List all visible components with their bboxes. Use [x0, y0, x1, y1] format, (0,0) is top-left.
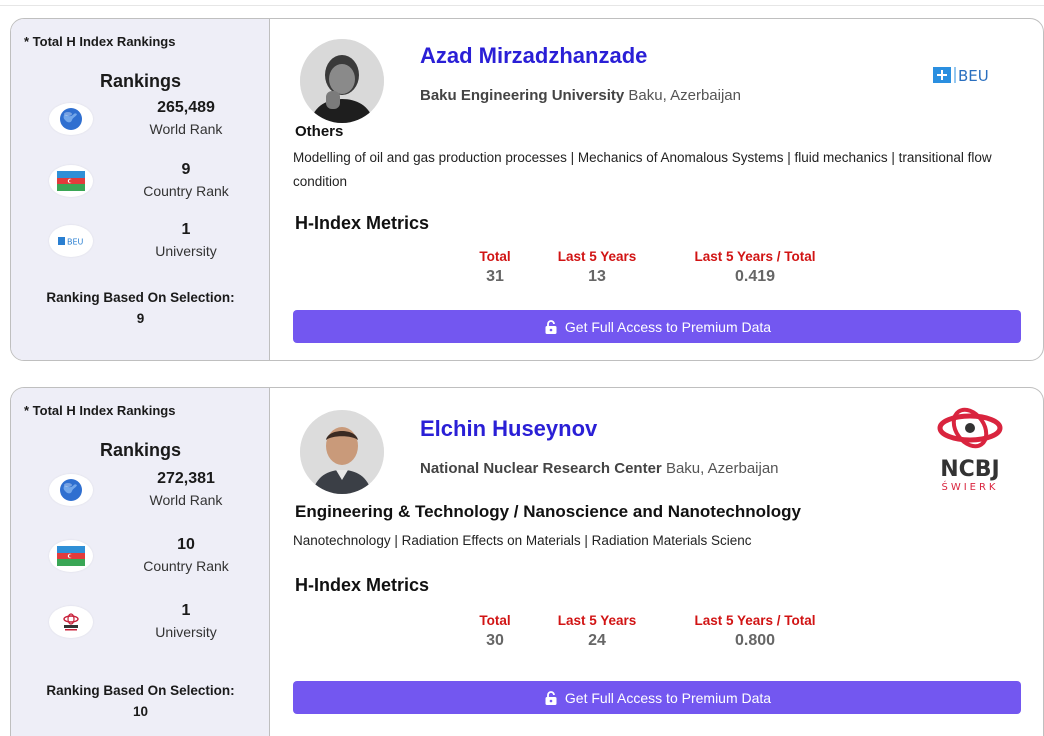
- premium-access-label: Get Full Access to Premium Data: [564, 689, 772, 706]
- metric-total-label: Total: [479, 613, 511, 628]
- research-field: Others: [295, 123, 344, 140]
- rankings-heading: Rankings: [99, 440, 182, 460]
- researcher-name[interactable]: Azad Mirzadzhanzade: [420, 43, 647, 69]
- metric-last5: Last 5 Years 24: [542, 613, 652, 650]
- metric-ratio-value: 0.419: [734, 268, 776, 285]
- metrics-title: H-Index Metrics: [295, 213, 430, 233]
- metric-total-value: 31: [486, 268, 504, 285]
- institution-logo-text: BEU: [958, 67, 989, 85]
- metric-last5: Last 5 Years 13: [542, 249, 652, 286]
- globe-icon: [49, 474, 93, 506]
- country-rank-value: 9: [181, 161, 191, 178]
- university-rank-row: BEU 1 University: [11, 221, 270, 271]
- ranking-basis: Ranking Based On Selection: 9: [11, 287, 270, 329]
- metric-last5-value: 24: [588, 632, 606, 649]
- institution-name[interactable]: Baku Engineering University: [420, 87, 624, 104]
- metrics-title: H-Index Metrics: [295, 575, 430, 595]
- university-rank-value: 1: [181, 221, 191, 238]
- metric-total-value: 30: [486, 632, 504, 649]
- university-rank-row: 1 University: [11, 602, 270, 652]
- metric-ratio: Last 5 Years / Total 0.800: [675, 613, 835, 650]
- institution-location: Baku, Azerbaijan: [628, 87, 741, 104]
- metric-total-label: Total: [479, 249, 511, 264]
- researcher-avatar[interactable]: [300, 39, 384, 123]
- university-logo-icon: BEU: [49, 225, 93, 257]
- world-rank-label: World Rank: [149, 121, 223, 137]
- world-rank-label: World Rank: [149, 492, 223, 508]
- researcher-details: Azad Mirzadzhanzade Baku Engineering Uni…: [270, 19, 1043, 360]
- researcher-affiliation: National Nuclear Research Center Baku, A…: [420, 460, 779, 477]
- country-rank-value: 10: [177, 536, 195, 553]
- world-rank-row: 265,489 World Rank: [11, 99, 270, 149]
- institution-name[interactable]: National Nuclear Research Center: [420, 460, 662, 477]
- country-rank-row: 9 Country Rank: [11, 161, 270, 211]
- ranking-basis-value: 9: [136, 311, 145, 326]
- university-rank-label: University: [155, 243, 217, 259]
- institution-logo: NCBJ ŚWIERK: [915, 406, 1025, 501]
- metric-last5-label: Last 5 Years: [557, 613, 637, 628]
- rankings-sidebar: * Total H Index Rankings Rankings 265,48…: [11, 19, 270, 360]
- rankings-title: * Total H Index Rankings: [24, 34, 176, 49]
- ranking-basis: Ranking Based On Selection: 10: [11, 680, 270, 722]
- country-rank-row: 10 Country Rank: [11, 536, 270, 586]
- institution-logo-subtext: ŚWIERK: [941, 480, 998, 493]
- university-rank-value: 1: [181, 602, 191, 619]
- metric-last5-label: Last 5 Years: [557, 249, 637, 264]
- globe-icon: [49, 103, 93, 135]
- university-rank-label: University: [155, 624, 217, 640]
- rankings-title: * Total H Index Rankings: [24, 403, 176, 418]
- premium-access-button[interactable]: Get Full Access to Premium Data: [293, 310, 1021, 343]
- university-logo-icon: [49, 606, 93, 638]
- researcher-avatar[interactable]: [300, 410, 384, 494]
- azerbaijan-flag-icon: [49, 540, 93, 572]
- institution-logo-text: NCBJ: [940, 457, 1000, 482]
- researcher-affiliation: Baku Engineering University Baku, Azerba…: [420, 87, 741, 104]
- svg-text:BEU: BEU: [67, 238, 84, 247]
- metric-ratio: Last 5 Years / Total 0.419: [675, 249, 835, 286]
- ranking-basis-label: Ranking Based On Selection:: [46, 290, 235, 305]
- institution-location: Baku, Azerbaijan: [665, 460, 779, 477]
- researcher-card: * Total H Index Rankings Rankings 265,48…: [10, 18, 1044, 361]
- research-topics: Modelling of oil and gas production proc…: [293, 150, 992, 189]
- unlock-icon: [545, 319, 557, 334]
- metric-ratio-label: Last 5 Years / Total: [694, 613, 816, 628]
- rankings-sidebar: * Total H Index Rankings Rankings 272,38…: [11, 388, 270, 736]
- country-rank-label: Country Rank: [143, 558, 229, 574]
- researcher-card: * Total H Index Rankings Rankings 272,38…: [10, 387, 1044, 736]
- ranking-basis-label: Ranking Based On Selection:: [46, 683, 235, 698]
- institution-logo: BEU: [933, 65, 1013, 90]
- researcher-details: Elchin Huseynov National Nuclear Researc…: [270, 388, 1043, 736]
- ranking-basis-value: 10: [132, 704, 149, 719]
- world-rank-value: 272,381: [157, 470, 215, 487]
- metric-total: Total 30: [465, 613, 525, 650]
- world-rank-row: 272,381 World Rank: [11, 470, 270, 520]
- rankings-heading: Rankings: [99, 71, 182, 91]
- unlock-icon: [545, 690, 557, 705]
- research-field: Engineering & Technology / Nanoscience a…: [295, 502, 801, 521]
- metric-ratio-value: 0.800: [734, 632, 776, 649]
- top-divider: [0, 0, 1044, 6]
- premium-access-label: Get Full Access to Premium Data: [564, 318, 772, 335]
- premium-access-button[interactable]: Get Full Access to Premium Data: [293, 681, 1021, 714]
- world-rank-value: 265,489: [157, 99, 215, 116]
- researcher-name[interactable]: Elchin Huseynov: [420, 416, 597, 442]
- azerbaijan-flag-icon: [49, 165, 93, 197]
- metric-ratio-label: Last 5 Years / Total: [694, 249, 816, 264]
- metric-last5-value: 13: [588, 268, 606, 285]
- metric-total: Total 31: [465, 249, 525, 286]
- research-topics: Nanotechnology | Radiation Effects on Ma…: [293, 533, 752, 548]
- country-rank-label: Country Rank: [143, 183, 229, 199]
